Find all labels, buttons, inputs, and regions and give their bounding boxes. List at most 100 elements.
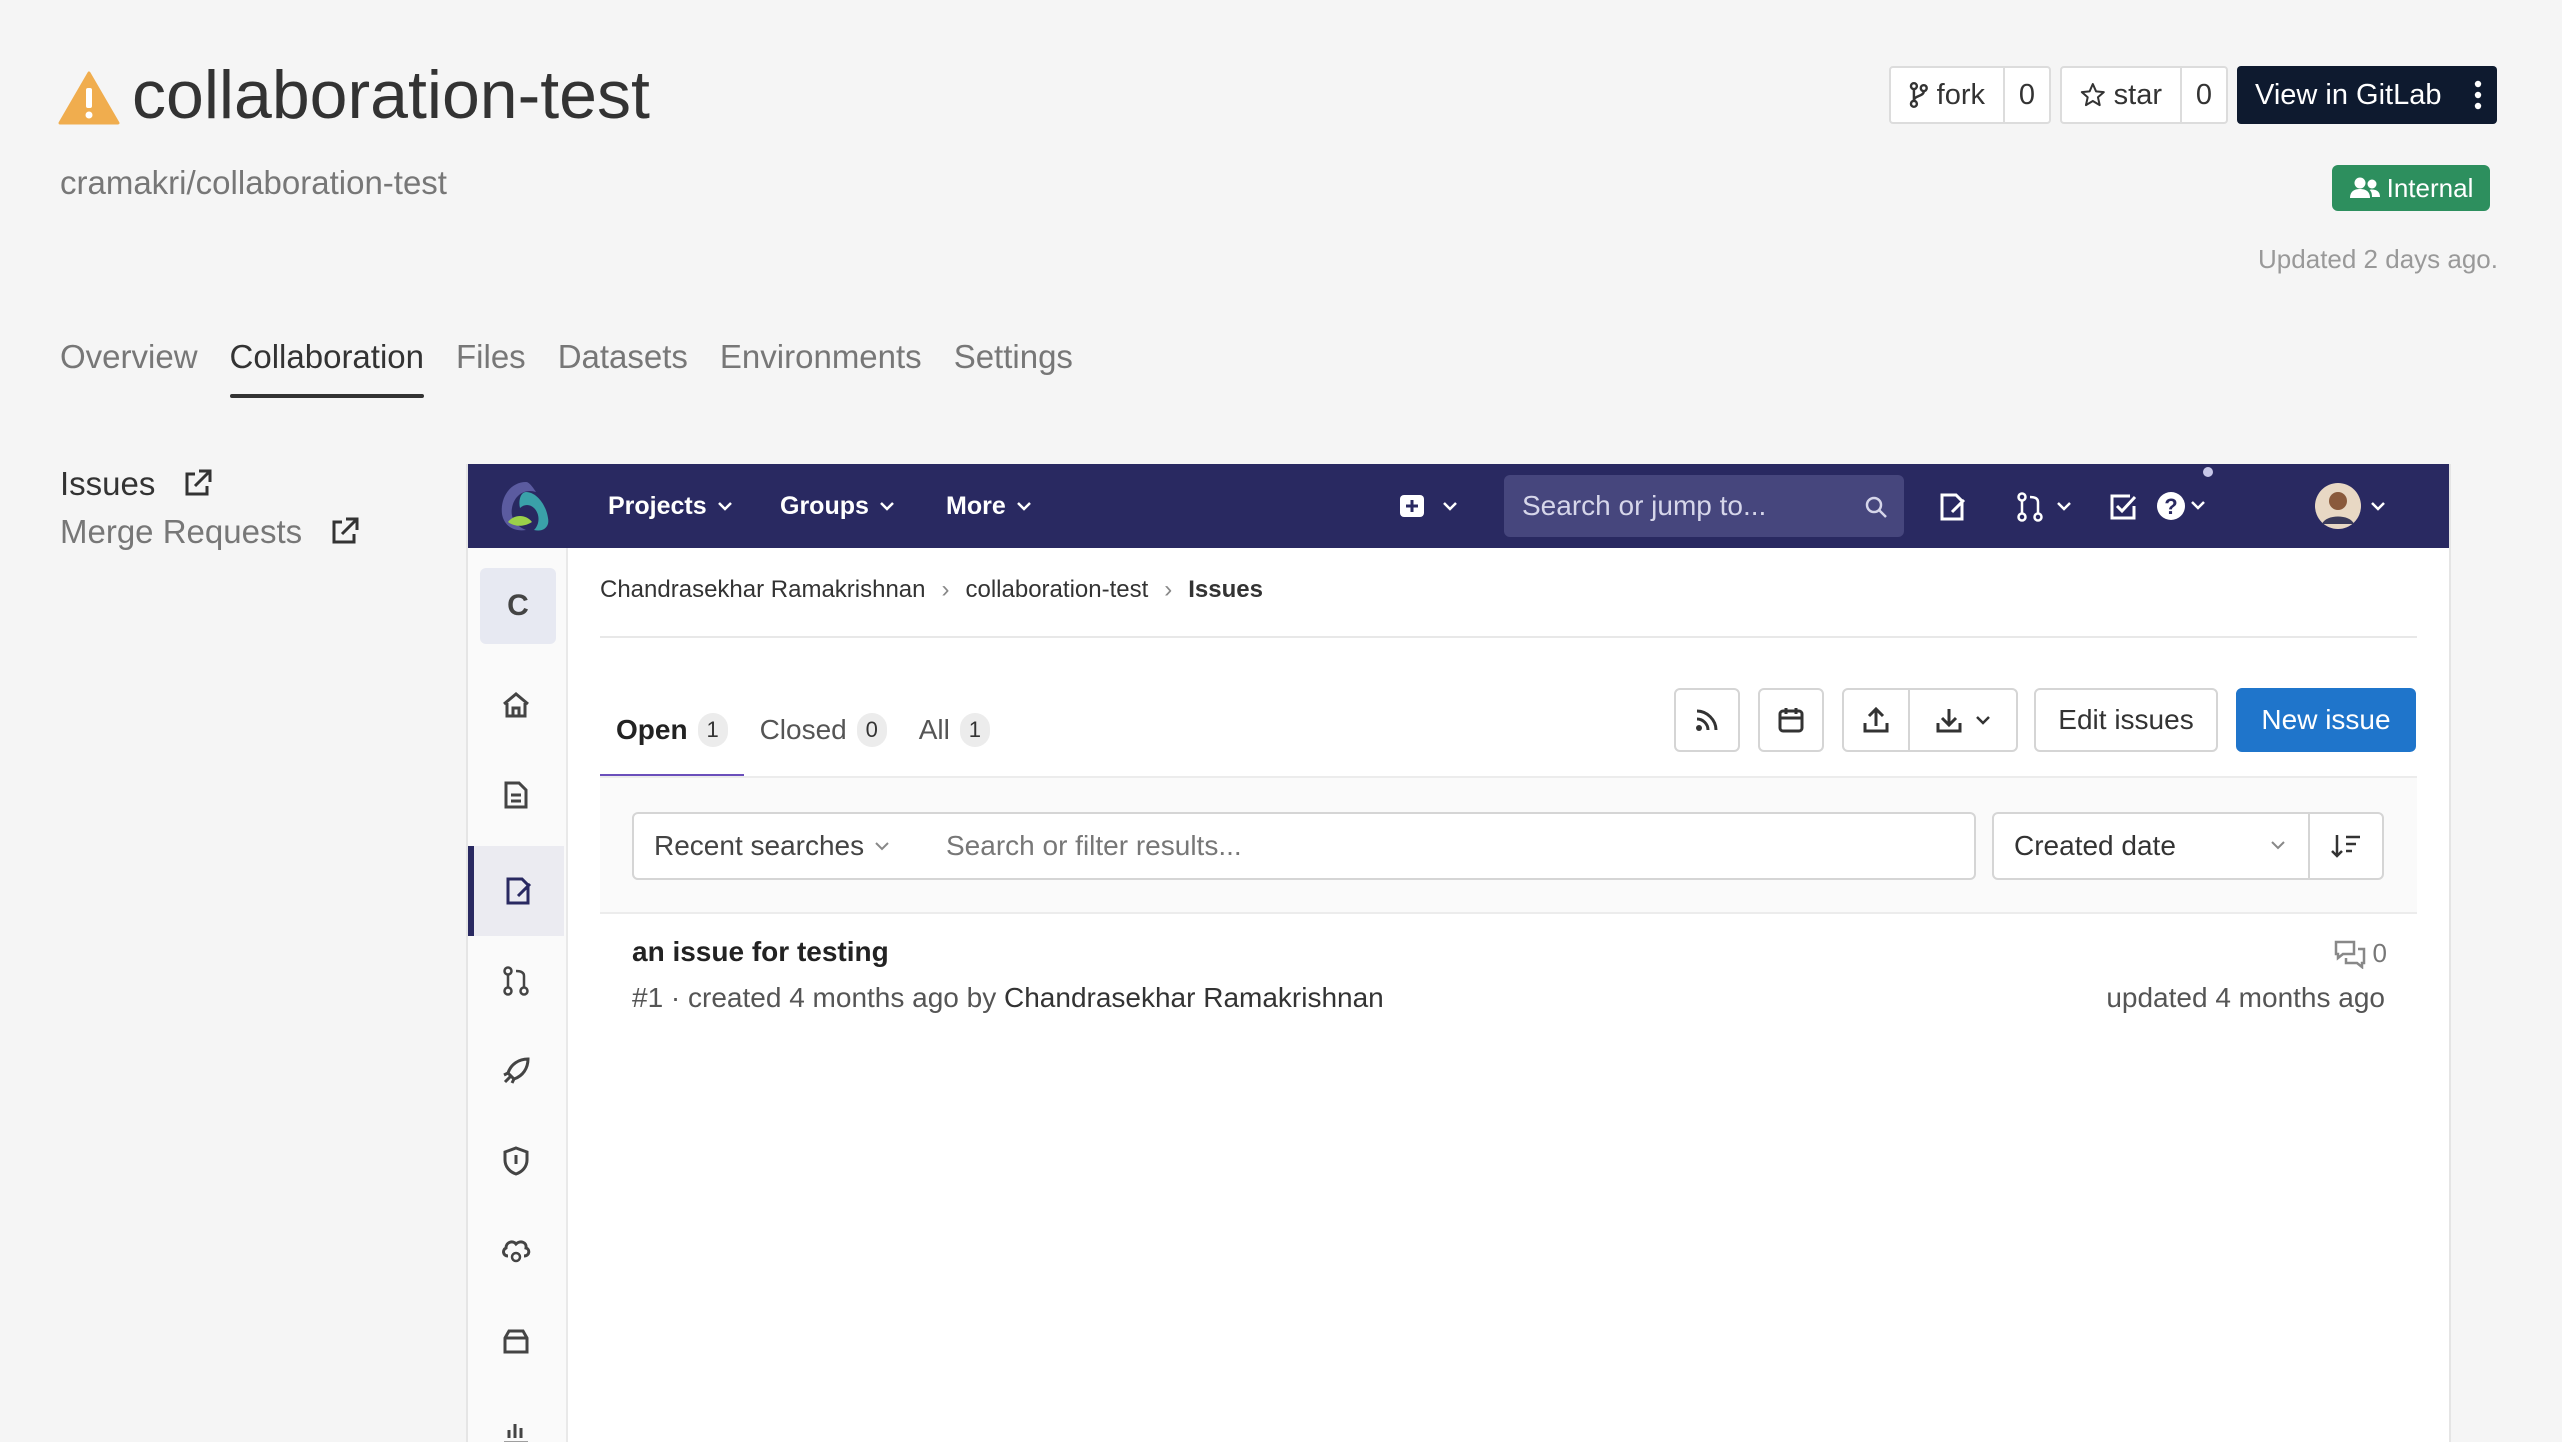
issue-title[interactable]: an issue for testing [632,936,889,968]
fork-button-group: fork 0 [1889,66,2051,124]
chevron-down-icon [2271,841,2285,850]
issues-icon[interactable] [1938,492,1968,522]
filter-search-input[interactable]: Search or filter results... [920,812,1976,880]
calendar-button[interactable] [1758,688,1824,752]
sort-dropdown[interactable]: Created date [1992,812,2310,880]
project-path: cramakri/collaboration-test [60,164,447,201]
project-title: collaboration-test [132,57,650,133]
import-dropdown[interactable] [1910,690,2016,750]
star-icon [2080,82,2105,107]
sidebar-item-issues[interactable] [468,846,564,936]
sidebar-item-security[interactable] [468,1116,564,1206]
help-icon[interactable]: ? [2156,464,2220,522]
issues-icon [506,877,532,905]
document-icon [504,781,528,809]
visibility-badge: Internal [2332,165,2490,211]
tab-closed[interactable]: Closed 0 [744,682,903,778]
sidebar-item-cicd[interactable] [468,1026,564,1116]
issue-updated: updated 4 months ago [2106,982,2385,1013]
package-icon [503,1329,529,1354]
upload-icon [1863,706,1889,733]
project-avatar[interactable]: C [480,568,556,644]
import-export-group [1842,688,2018,752]
breadcrumb-project[interactable]: collaboration-test [966,576,1149,604]
tab-datasets[interactable]: Datasets [558,338,688,398]
issue-comments[interactable]: 0 [2333,938,2387,969]
issue-author[interactable]: Chandrasekhar Ramakrishnan [1004,982,1384,1013]
export-button[interactable] [1844,690,1910,750]
sort-direction-button[interactable] [2308,812,2384,880]
chart-icon [504,1424,528,1442]
issue-meta-text: #1 · created 4 months ago by [632,982,1004,1013]
updated-timestamp: Updated 2 days ago. [2258,244,2498,274]
chevron-down-icon [880,502,894,511]
issues-link[interactable]: Issues [60,465,213,503]
issue-state-tabs: Open 1 Closed 0 All 1 [600,682,1006,778]
breadcrumb-current[interactable]: Issues [1188,576,1263,604]
merge-request-icon[interactable] [2016,492,2076,522]
nav-groups[interactable]: Groups [780,464,895,548]
fork-label: fork [1936,78,1985,111]
edit-issues-button[interactable]: Edit issues [2034,688,2218,752]
tab-open-count: 1 [697,713,728,747]
tab-settings[interactable]: Settings [954,338,1073,398]
user-avatar[interactable] [2314,482,2394,535]
sidebar-item-deployments[interactable] [468,1206,564,1296]
chevron-down-icon [875,842,889,851]
issue-comment-count: 0 [2372,938,2387,968]
fork-count: 0 [2003,68,2049,122]
merge-requests-link[interactable]: Merge Requests [60,513,360,551]
external-link-icon [332,517,359,544]
fork-button[interactable]: fork [1891,68,2003,122]
star-button[interactable]: star [2062,68,2180,122]
breadcrumb-user[interactable]: Chandrasekhar Ramakrishnan [600,576,926,604]
renku-logo[interactable] [496,478,556,534]
star-count: 0 [2180,68,2226,122]
recent-searches-dropdown[interactable]: Recent searches [632,812,922,880]
merge-requests-link-label: Merge Requests [60,513,303,550]
breadcrumb-separator: › [941,576,950,603]
sidebar-item-analytics[interactable] [468,1386,564,1442]
tab-closed-label: Closed [759,714,847,745]
view-in-gitlab-label: View in GitLab [2255,78,2442,111]
more-options-icon[interactable] [2473,80,2483,110]
visibility-label: Internal [2386,172,2474,203]
sort-label: Created date [2014,830,2176,861]
issue-meta: #1 · created 4 months ago by Chandrasekh… [632,982,1384,1014]
gitlab-search-input[interactable]: Search or jump to... [1504,475,1904,537]
plus-square-icon[interactable] [1398,492,1464,520]
rss-button[interactable] [1674,688,1740,752]
sidebar-item-merge-requests[interactable] [468,936,564,1026]
view-in-gitlab-button[interactable]: View in GitLab [2237,66,2497,124]
project-tabs: Overview Collaboration Files Datasets En… [60,338,1105,398]
tab-closed-count: 0 [856,713,887,747]
breadcrumb-separator: › [1164,576,1173,603]
new-issue-button[interactable]: New issue [2236,688,2416,752]
nav-groups-label: Groups [780,491,869,520]
tab-collaboration[interactable]: Collaboration [229,338,425,398]
sidebar-item-packages[interactable] [468,1296,564,1386]
merge-request-icon [503,966,529,996]
fork-icon [1909,81,1928,109]
nav-projects[interactable]: Projects [608,464,733,548]
todo-icon[interactable] [2108,492,2138,522]
svg-text:?: ? [2164,494,2177,519]
gitlab-navbar: Projects Groups More Search or jump to..… [468,464,2449,548]
tab-open[interactable]: Open 1 [600,682,744,778]
avatar-icon [2315,483,2385,529]
gitlab-sidebar: C [468,548,568,1442]
sidebar-item-project-overview[interactable] [468,660,564,750]
issue-list-item: an issue for testing #1 · created 4 mont… [600,914,2417,1034]
tab-all-count: 1 [959,713,990,747]
nav-more[interactable]: More [946,464,1032,548]
nav-more-label: More [946,491,1006,520]
sidebar-item-repository[interactable] [468,750,564,840]
sort-descending-icon [2331,835,2360,858]
filter-placeholder: Search or filter results... [946,830,1242,861]
divider [600,636,2417,638]
tab-files[interactable]: Files [456,338,526,398]
tab-environments[interactable]: Environments [720,338,922,398]
tab-overview[interactable]: Overview [60,338,198,398]
chevron-down-icon [717,502,732,511]
tab-all[interactable]: All 1 [903,682,1006,778]
